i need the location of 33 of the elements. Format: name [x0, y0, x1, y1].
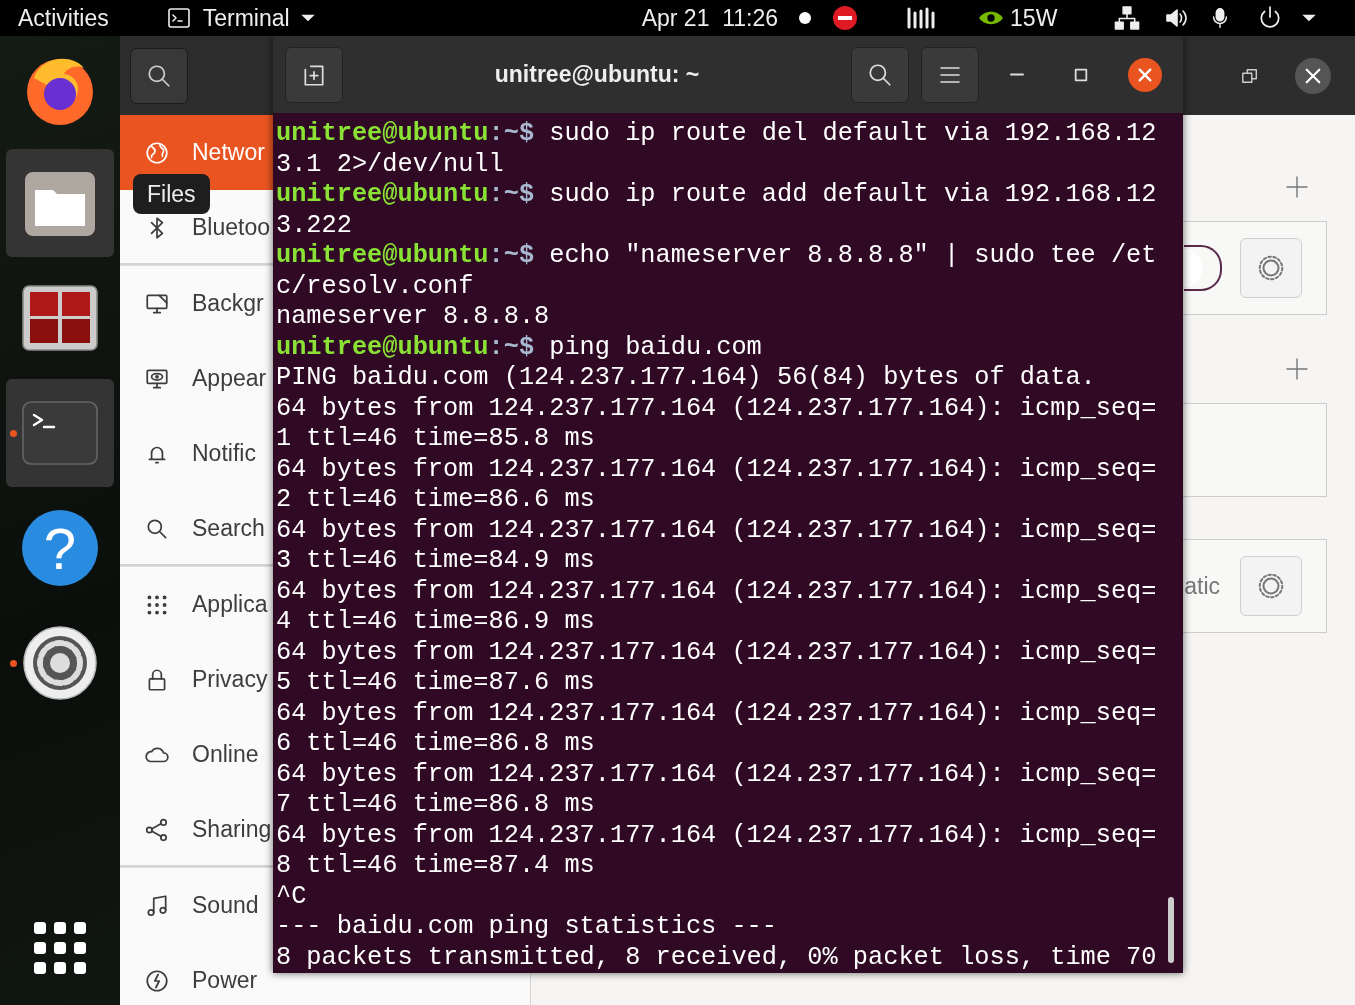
terminal-line: 7 ttl=46 time=86.8 ms	[276, 790, 595, 821]
window-title: unitree@ubuntu: ~	[493, 61, 701, 88]
terminal-line: 3 ttl=46 time=84.9 ms	[276, 546, 595, 577]
power-draw: 15W	[1010, 4, 1058, 32]
terminal-line: 64 bytes from 124.237.177.164 (124.237.177.164): icmp_seq=	[276, 820, 1157, 851]
terminal-line: 64 bytes from 124.237.177.164 (124.237.177.164): icmp_seq=	[276, 515, 1157, 546]
terminal-line: 2 ttl=46 time=86.6 ms	[276, 485, 595, 516]
terminal-line: ^C	[276, 881, 307, 912]
terminal-line: unitree@ubuntu:~$ echo "nameserver 8.8.8.8" | sudo tee /et	[276, 241, 1157, 272]
terminal-line: unitree@ubuntu:~$ ping baidu.com	[276, 332, 762, 363]
terminal-line: 6 ttl=46 time=86.8 ms	[276, 729, 595, 760]
terminal-line: 64 bytes from 124.237.177.164 (124.237.177.164): icmp_seq=	[276, 576, 1157, 607]
terminal-line: unitree@ubuntu:~$ sudo ip route del default via 192.168.12	[276, 119, 1157, 150]
terminal-line: 5 ttl=46 time=87.6 ms	[276, 668, 595, 699]
terminal-line: 4 ttl=46 time=86.9 ms	[276, 607, 595, 638]
terminal-line: --- baidu.com ping statistics ---	[276, 912, 777, 943]
terminal-line: PING baidu.com (124.237.177.164) 56(84) bytes of data.	[276, 363, 1096, 394]
terminal-line: 64 bytes from 124.237.177.164 (124.237.177.164): icmp_seq=	[276, 393, 1157, 424]
terminal-line: 3.1 2>/dev/null	[276, 149, 504, 180]
terminal-line: 8 packets transmitted, 8 received, 0% packet loss, time 70	[276, 942, 1157, 973]
tooltip: Files	[133, 174, 210, 214]
terminal-line: nameserver 8.8.8.8	[276, 302, 550, 333]
terminal-line: 1 ttl=46 time=85.8 ms	[276, 424, 595, 455]
terminal-line: unitree@ubuntu:~$ sudo ip route add default via 192.168.12	[276, 180, 1157, 211]
terminal-line: 64 bytes from 124.237.177.164 (124.237.177.164): icmp_seq=	[276, 698, 1157, 729]
terminal-line: 64 bytes from 124.237.177.164 (124.237.177.164): icmp_seq=	[276, 454, 1157, 485]
help-icon: ?	[22, 510, 98, 586]
card-label: atic	[1184, 572, 1220, 600]
terminal-line: 8 ttl=46 time=87.4 ms	[276, 851, 595, 882]
terminal-line: c/resolv.conf	[276, 271, 474, 302]
terminal-line: 64 bytes from 124.237.177.164 (124.237.177.164): icmp_seq=	[276, 759, 1157, 790]
terminal-line: 3.222	[276, 210, 352, 241]
terminal-line: 64 bytes from 124.237.177.164 (124.237.177.164): icmp_seq=	[276, 637, 1157, 668]
